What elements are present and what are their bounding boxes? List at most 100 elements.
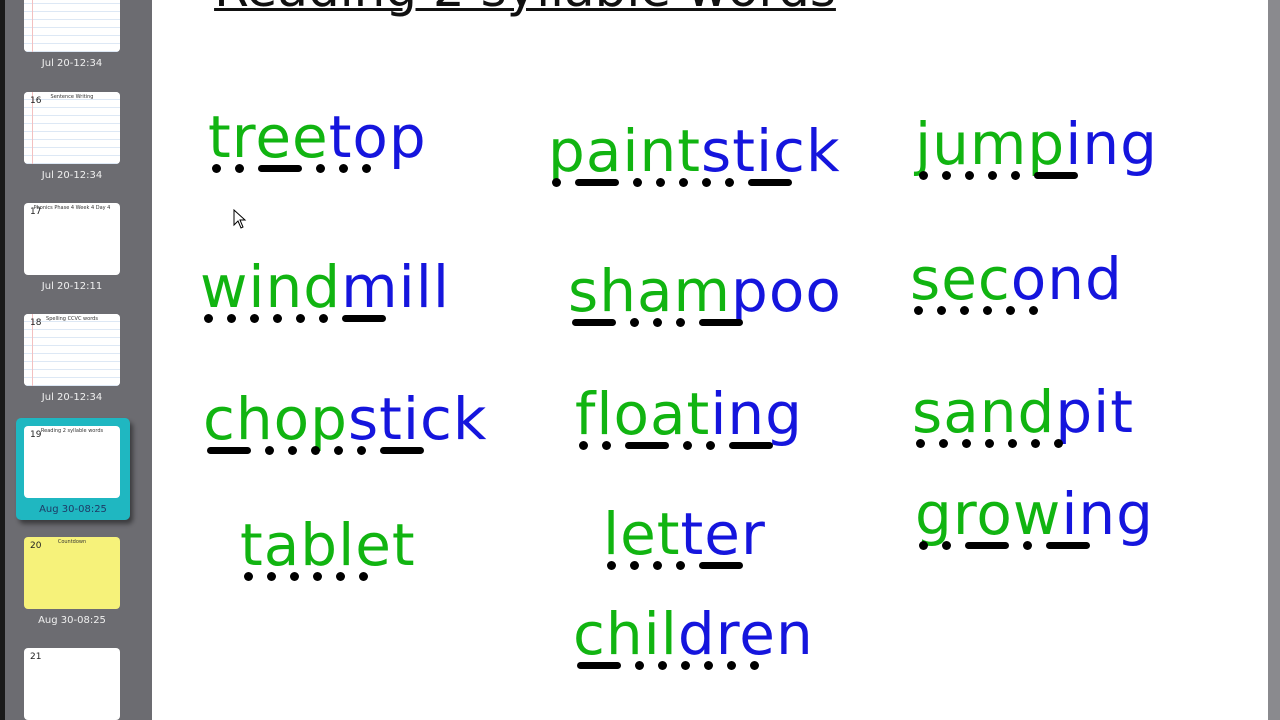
sound-dot <box>633 178 642 187</box>
slide-thumbnail[interactable]: 21 <box>24 648 120 720</box>
slide-thumbnail-title: Sentence Writing <box>50 94 94 100</box>
syllable-word[interactable]: children <box>573 605 814 670</box>
second-syllable: ing <box>1065 110 1158 178</box>
slide-sorter-sidebar: Jul 20-12:34 16 Sentence Writing Jul 20-12:… <box>0 0 152 720</box>
sound-dot <box>939 439 948 448</box>
slide-number: 21 <box>30 652 42 662</box>
sound-dot <box>235 164 244 173</box>
sound-dot <box>942 171 951 180</box>
sound-dot <box>296 314 305 323</box>
sound-dot <box>1006 306 1015 315</box>
second-syllable: ing <box>710 380 804 448</box>
sound-dot <box>313 572 322 581</box>
right-scroll-edge <box>1268 0 1280 720</box>
sound-dot <box>250 314 259 323</box>
sound-dot <box>653 561 662 570</box>
sound-dot <box>983 306 992 315</box>
sound-dash <box>575 179 619 186</box>
first-syllable: wind <box>200 253 342 321</box>
sound-dot <box>630 318 639 327</box>
sound-dot <box>937 306 946 315</box>
sound-dot <box>204 314 213 323</box>
sound-dot <box>1023 541 1032 550</box>
first-syllable: float <box>575 380 711 448</box>
first-syllable: sec <box>910 245 1011 313</box>
syllable-word[interactable]: chopstick <box>203 390 488 455</box>
second-syllable: stick <box>347 385 488 453</box>
sound-dot <box>960 306 969 315</box>
first-syllable: tablet <box>240 511 416 579</box>
sound-dot <box>658 661 667 670</box>
sound-dot <box>319 314 328 323</box>
sound-dot <box>227 314 236 323</box>
sound-dot <box>311 446 320 455</box>
sound-dot <box>727 661 736 670</box>
slide-timestamp: Aug 30-08:25 <box>39 504 107 515</box>
sound-dot <box>265 446 274 455</box>
sound-dot <box>336 572 345 581</box>
sound-dot <box>212 164 221 173</box>
sound-dot <box>919 171 928 180</box>
sound-dot <box>676 318 685 327</box>
sound-dot <box>357 446 366 455</box>
syllable-word[interactable]: shampoo <box>568 262 842 327</box>
first-syllable: sham <box>568 257 732 325</box>
sound-dot <box>725 178 734 187</box>
slide-thumbnail[interactable]: 18 Spelling CCVC words <box>24 314 120 386</box>
syllable-word[interactable]: growing <box>915 485 1154 550</box>
second-syllable: dren <box>677 600 814 668</box>
sound-dot <box>339 164 348 173</box>
sound-dot <box>579 441 588 450</box>
slide-thumbnail-title: Spelling CCVC words <box>46 316 98 322</box>
sound-dot <box>683 441 692 450</box>
slide-thumbnail[interactable]: 16 Sentence Writing <box>24 92 120 164</box>
sound-dash <box>625 442 669 449</box>
sound-dash <box>258 165 302 172</box>
slide-thumbnail[interactable]: 20 Countdown <box>24 537 120 609</box>
second-syllable: ing <box>1061 480 1155 548</box>
slide-thumbnail[interactable]: 19 Reading 2 syllable words <box>24 426 120 498</box>
first-syllable: grow <box>915 480 1062 548</box>
slide-thumbnail-title: Countdown <box>57 539 87 545</box>
slide-thumbnail-title: Phonics Phase 4 Week 4 Day 4 <box>33 205 111 211</box>
sound-dot <box>916 439 925 448</box>
sound-dot <box>362 164 371 173</box>
sound-dot <box>702 178 711 187</box>
sound-dot <box>630 561 639 570</box>
sound-dash <box>1046 542 1090 549</box>
syllable-word[interactable]: windmill <box>200 258 450 323</box>
sound-dash <box>380 447 424 454</box>
slide-thumbnail[interactable] <box>24 0 120 52</box>
sound-dot <box>244 572 253 581</box>
sound-dot <box>267 572 276 581</box>
slide-thumbnail-selected[interactable]: 19 Reading 2 syllable words Aug 30-08:25 <box>16 418 130 520</box>
sound-dash <box>699 562 743 569</box>
slide-timestamp: Aug 30-08:25 <box>38 615 106 626</box>
syllable-word[interactable]: second <box>910 250 1123 315</box>
sound-dot <box>1054 439 1063 448</box>
sound-dot <box>607 561 616 570</box>
second-syllable: poo <box>731 257 842 325</box>
sound-dash <box>748 179 792 186</box>
sound-dash <box>1034 172 1078 179</box>
sound-dot <box>704 661 713 670</box>
sound-dot <box>635 661 644 670</box>
syllable-word[interactable]: letter <box>603 505 766 570</box>
ruled-lines <box>24 0 120 52</box>
slide-timestamp: Jul 20-12:34 <box>41 392 103 403</box>
sound-buttons <box>575 441 803 450</box>
syllable-word[interactable]: treetop <box>208 108 427 173</box>
first-syllable: sand <box>912 378 1056 446</box>
syllable-word[interactable]: paintstick <box>548 122 841 187</box>
sound-dot <box>919 541 928 550</box>
syllable-word[interactable]: floating <box>575 385 803 450</box>
syllable-word[interactable]: jumping <box>915 115 1158 180</box>
slide-thumbnail[interactable]: 17 Phonics Phase 4 Week 4 Day 4 <box>24 203 120 275</box>
second-syllable: pit <box>1055 378 1135 446</box>
syllable-word[interactable]: sandpit <box>912 383 1134 448</box>
sound-dot <box>1011 171 1020 180</box>
sound-dot <box>706 441 715 450</box>
syllable-word[interactable]: tablet <box>240 516 416 581</box>
sound-dot <box>1029 306 1038 315</box>
sound-dash <box>729 442 773 449</box>
